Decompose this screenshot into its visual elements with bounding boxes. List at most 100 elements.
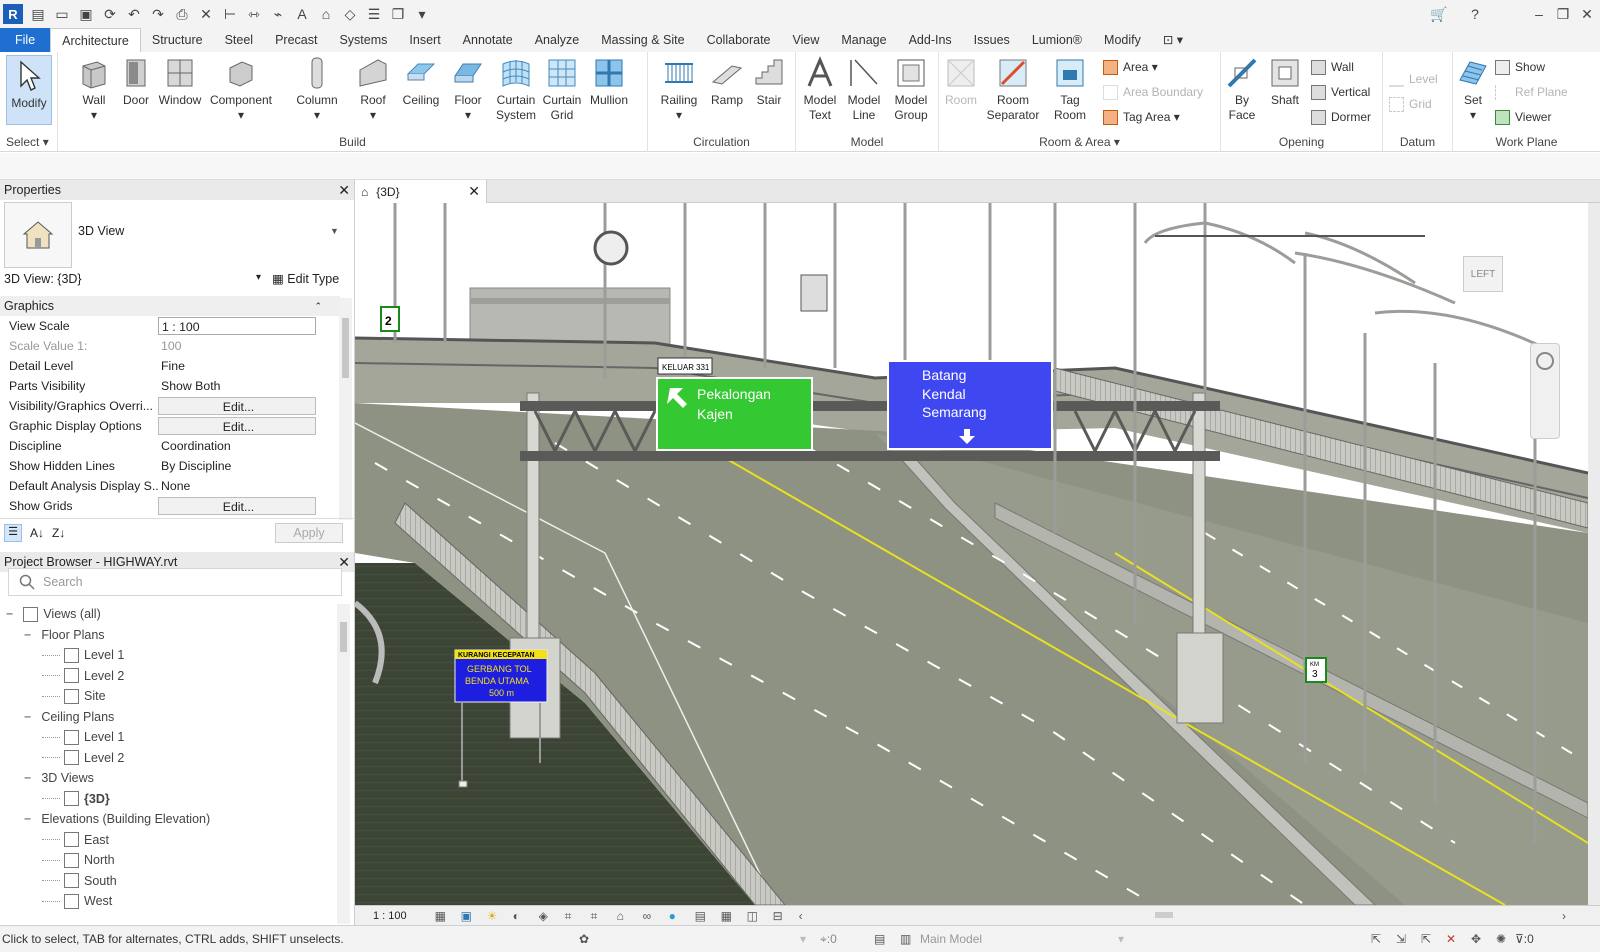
section-icon[interactable]: ◇ bbox=[339, 3, 361, 25]
browser-view-item[interactable]: Level 1 bbox=[42, 727, 124, 747]
browser-view-item[interactable]: South bbox=[42, 871, 117, 891]
categorize-icon[interactable]: ☰ bbox=[4, 523, 22, 542]
properties-close-icon[interactable]: ✕ bbox=[338, 182, 350, 199]
property-value[interactable]: 1 : 100 bbox=[158, 317, 316, 335]
tag-area-button[interactable]: Tag Area ▾ bbox=[1103, 108, 1180, 126]
select-by-face-icon[interactable]: ✕ bbox=[1446, 932, 1460, 946]
browser-view-item[interactable]: Site bbox=[42, 686, 106, 706]
text-icon[interactable]: A bbox=[291, 3, 313, 25]
browser-view-item[interactable]: {3D} bbox=[42, 789, 110, 809]
editable-dropdown[interactable]: ▾ bbox=[800, 932, 806, 946]
aligned-dimension-icon[interactable]: ⇿ bbox=[243, 3, 265, 25]
worksharing-icon[interactable]: ▤ bbox=[695, 909, 709, 923]
collapse-icon[interactable]: − bbox=[24, 710, 31, 724]
modify-button[interactable]: Modify bbox=[6, 55, 52, 125]
tab-3d-view[interactable]: ⌂ {3D} ✕ bbox=[355, 180, 487, 203]
tab-file[interactable]: File bbox=[0, 28, 51, 52]
graphics-section-header[interactable]: Graphics ⌃ bbox=[0, 296, 340, 316]
tab-massing-site[interactable]: Massing & Site bbox=[590, 28, 695, 52]
tab-precast[interactable]: Precast bbox=[264, 28, 328, 52]
crop-view-icon[interactable]: ⌗ bbox=[565, 909, 579, 923]
browser-group-item[interactable]: − Views (all) bbox=[6, 604, 101, 624]
viewer-button[interactable]: Viewer bbox=[1495, 108, 1551, 126]
switch-windows-icon[interactable]: ❐ bbox=[387, 3, 409, 25]
type-dropdown-icon[interactable]: ▼ bbox=[330, 226, 339, 236]
help-icon[interactable]: ? bbox=[1464, 3, 1486, 25]
room-button[interactable]: Room bbox=[941, 56, 981, 108]
sort-ascending-icon[interactable]: A↓ bbox=[30, 526, 44, 540]
print-icon[interactable]: ⎙ bbox=[171, 3, 193, 25]
3d-viewport[interactable]: KELUAR 331 Pekalongan Kajen Batang Kenda… bbox=[355, 203, 1588, 905]
property-edit-button[interactable]: Edit... bbox=[158, 497, 316, 515]
restore-icon[interactable]: ❐ bbox=[1552, 3, 1574, 25]
render-icon[interactable]: ◈ bbox=[539, 909, 553, 923]
shaft-button[interactable]: Shaft bbox=[1265, 56, 1305, 108]
instance-dropdown-icon[interactable]: ▾ bbox=[256, 272, 261, 283]
main-model-selector[interactable]: Main Model bbox=[920, 932, 982, 946]
collapse-icon[interactable]: − bbox=[6, 607, 13, 621]
property-value[interactable]: None bbox=[158, 477, 316, 495]
browser-scrollbar[interactable] bbox=[337, 604, 350, 924]
drag-elements-icon[interactable]: ✥ bbox=[1471, 932, 1485, 946]
ceiling-button[interactable]: Ceiling bbox=[396, 56, 446, 108]
sync-icon[interactable]: ⟳ bbox=[99, 3, 121, 25]
property-value[interactable]: Coordination bbox=[158, 437, 316, 455]
component-button[interactable]: Component ▾ bbox=[204, 56, 278, 123]
tab-modify[interactable]: Modify bbox=[1093, 28, 1152, 52]
browser-view-item[interactable]: West bbox=[42, 891, 112, 911]
temporary-hide-icon[interactable]: ∞ bbox=[643, 909, 657, 923]
collapse-icon[interactable]: − bbox=[24, 628, 31, 642]
close-window-icon[interactable]: ✕ bbox=[1576, 3, 1598, 25]
tab-collaborate[interactable]: Collaborate bbox=[696, 28, 782, 52]
area-button[interactable]: Area ▾ bbox=[1103, 58, 1158, 76]
sun-path-icon[interactable]: ☀ bbox=[487, 909, 501, 923]
model-text-button[interactable]: Model Text bbox=[798, 56, 842, 123]
collapse-icon[interactable]: − bbox=[24, 812, 31, 826]
undo-icon[interactable]: ↶ bbox=[123, 3, 145, 25]
tab-annotate[interactable]: Annotate bbox=[452, 28, 524, 52]
browser-search-input[interactable]: Search bbox=[8, 568, 342, 596]
tab-structure[interactable]: Structure bbox=[141, 28, 214, 52]
curtain-system-button[interactable]: Curtain System bbox=[490, 56, 542, 123]
view-scale[interactable]: 1 : 100 bbox=[373, 910, 407, 922]
analytical-model-icon[interactable]: ▦ bbox=[721, 909, 735, 923]
ribbon-display-toggle-icon[interactable]: ⊡ ▾ bbox=[1152, 28, 1194, 52]
browser-view-item[interactable]: Level 2 bbox=[42, 748, 124, 768]
railing-button[interactable]: Railing ▾ bbox=[654, 56, 704, 123]
tag-icon[interactable]: ⌁ bbox=[267, 3, 289, 25]
tag-room-button[interactable]: Tag Room bbox=[1049, 56, 1091, 123]
default-3d-icon[interactable]: ⌂ bbox=[315, 3, 337, 25]
select-dropdown[interactable]: Select ▾ bbox=[0, 135, 57, 149]
background-process-icon[interactable]: ✺ bbox=[1496, 932, 1510, 946]
collapse-icon[interactable]: − bbox=[24, 771, 31, 785]
shadows-icon[interactable]: ◐ bbox=[513, 909, 527, 923]
tab-close-icon[interactable]: ✕ bbox=[468, 183, 480, 200]
minimize-icon[interactable]: – bbox=[1528, 3, 1550, 25]
tab-add-ins[interactable]: Add-Ins bbox=[898, 28, 963, 52]
browser-group-item[interactable]: − Elevations (Building Elevation) bbox=[24, 809, 210, 829]
property-value[interactable]: Show Both bbox=[158, 377, 316, 395]
tab-view[interactable]: View bbox=[782, 28, 831, 52]
show-work-plane-button[interactable]: Show bbox=[1495, 58, 1545, 76]
grid-button[interactable]: Grid bbox=[1389, 95, 1432, 113]
tab-insert[interactable]: Insert bbox=[398, 28, 451, 52]
scroll-left-icon[interactable]: ‹ bbox=[799, 909, 813, 923]
design-options-icon[interactable]: ▤ bbox=[874, 932, 888, 946]
worksets-icon[interactable]: ✿ bbox=[579, 932, 593, 946]
model-icon[interactable]: ▥ bbox=[900, 932, 914, 946]
browser-group-item[interactable]: − Ceiling Plans bbox=[24, 707, 114, 727]
viewcube[interactable]: LEFT bbox=[1455, 248, 1515, 298]
apply-button[interactable]: Apply bbox=[275, 522, 343, 543]
tab-systems[interactable]: Systems bbox=[328, 28, 398, 52]
model-dropdown[interactable]: ▾ bbox=[1118, 932, 1124, 946]
tab-architecture[interactable]: Architecture bbox=[50, 28, 141, 52]
lock-view-icon[interactable]: ⌂ bbox=[617, 909, 631, 923]
tab-issues[interactable]: Issues bbox=[963, 28, 1021, 52]
viewport-scrollbar[interactable] bbox=[1588, 203, 1600, 905]
tab-manage[interactable]: Manage bbox=[830, 28, 897, 52]
property-edit-button[interactable]: Edit... bbox=[158, 397, 316, 415]
app-logo[interactable]: R bbox=[3, 4, 23, 24]
scroll-right-icon[interactable]: › bbox=[1562, 909, 1576, 923]
cart-icon[interactable]: 🛒 bbox=[1428, 3, 1450, 25]
property-value[interactable]: By Discipline bbox=[158, 457, 316, 475]
